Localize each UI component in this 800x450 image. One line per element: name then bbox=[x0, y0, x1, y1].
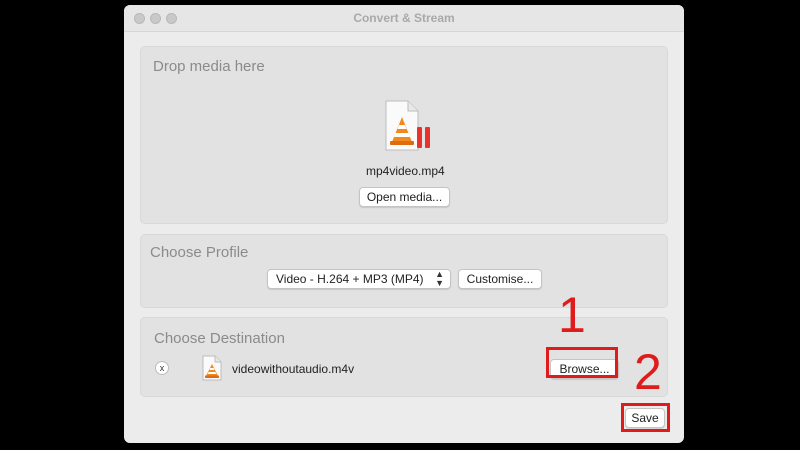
choose-profile-title: Choose Profile bbox=[150, 244, 249, 261]
step-2-label: 2 bbox=[634, 344, 662, 400]
media-file-name: mp4video.mp4 bbox=[366, 164, 445, 178]
customise-button[interactable]: Customise... bbox=[458, 269, 542, 289]
open-media-button[interactable]: Open media... bbox=[359, 187, 450, 207]
choose-destination-title: Choose Destination bbox=[154, 330, 285, 347]
drop-media-panel[interactable]: Drop media here mp4video.mp4 Open media.… bbox=[140, 46, 668, 224]
destination-file-name: videowithoutaudio.m4v bbox=[232, 362, 355, 376]
drop-media-title: Drop media here bbox=[153, 58, 265, 75]
browse-highlight-box bbox=[546, 347, 618, 378]
remove-destination-button[interactable]: x bbox=[155, 361, 169, 375]
profile-select[interactable]: Video - H.264 + MP3 (MP4) ▲ ▼ bbox=[267, 269, 451, 289]
profile-select-value: Video - H.264 + MP3 (MP4) bbox=[276, 272, 424, 286]
choose-profile-panel: Choose Profile Video - H.264 + MP3 (MP4)… bbox=[140, 234, 668, 308]
window-title: Convert & Stream bbox=[353, 11, 455, 25]
title-bar: Convert & Stream bbox=[124, 5, 684, 32]
vlc-file-icon bbox=[202, 355, 222, 381]
vlc-file-icon bbox=[385, 100, 430, 151]
step-1-label: 1 bbox=[558, 287, 586, 343]
up-down-chevron-icon: ▲ ▼ bbox=[435, 269, 444, 288]
save-highlight-box bbox=[621, 403, 670, 432]
